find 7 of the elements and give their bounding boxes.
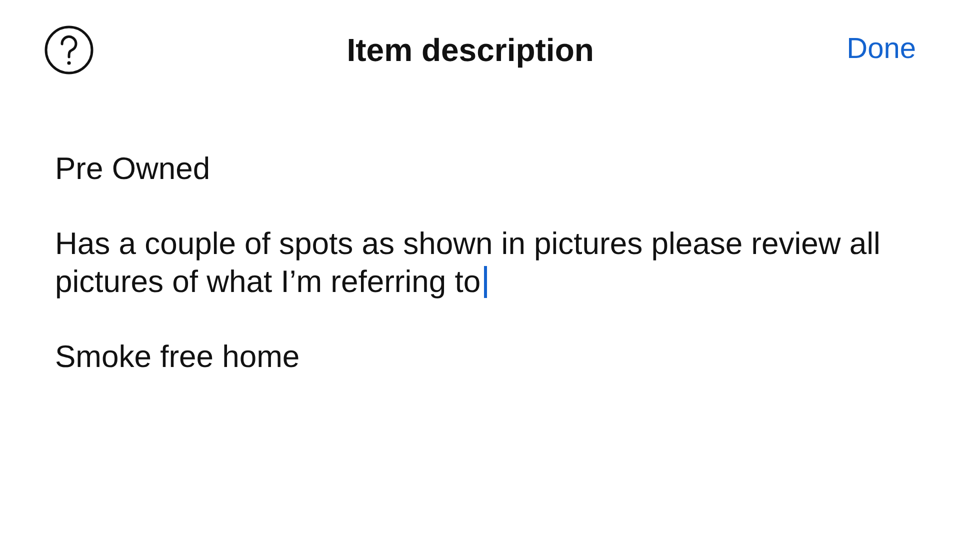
description-text: Has a couple of spots as shown in pictures please review all pictures of what I’m referring to bbox=[55, 226, 880, 299]
description-field[interactable]: Pre Owned Has a couple of spots as shown in pictures please review all pictures of what I’m referring to Smoke free home bbox=[0, 100, 895, 376]
help-icon[interactable] bbox=[44, 25, 94, 75]
description-text: Pre Owned bbox=[55, 151, 210, 186]
description-text: Smoke free home bbox=[55, 339, 300, 374]
done-button[interactable]: Done bbox=[846, 28, 916, 72]
page-title: Item description bbox=[346, 31, 594, 70]
